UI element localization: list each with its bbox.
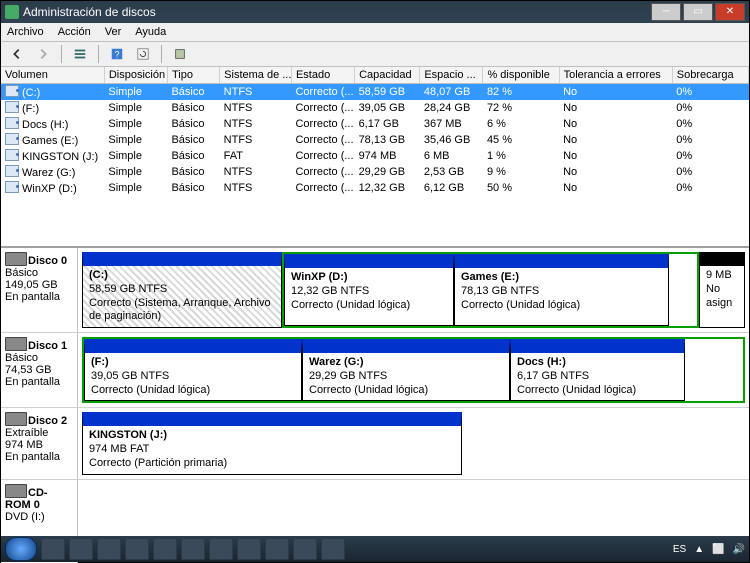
partition[interactable]: Docs (H:)6,17 GB NTFSCorrecto (Unidad ló… [510,339,685,401]
tray-lang-icon[interactable]: ES [673,544,686,555]
volume-list: Volumen Disposición Tipo Sistema de ... … [1,67,749,247]
volume-icon [5,165,19,177]
volume-icon [5,101,19,113]
disk-label[interactable]: Disco 1Básico74,53 GBEn pantalla [1,333,78,407]
tray-network-icon[interactable]: ⬜ [712,544,724,555]
system-tray[interactable]: ES ▲ ⬜ 🔊 [673,544,745,555]
start-button[interactable] [5,537,37,561]
toolbar-divider [98,45,99,63]
window-buttons: ─ ▭ ✕ [649,3,745,21]
taskbar-item[interactable] [293,538,317,560]
partition[interactable]: Games (E:)78,13 GB NTFSCorrecto (Unidad … [454,254,669,326]
volume-row[interactable]: (C:)SimpleBásicoNTFSCorrecto (...58,59 G… [1,84,749,101]
disk-body: (C:)58,59 GB NTFSCorrecto (Sistema, Arra… [78,248,749,332]
col-sistema[interactable]: Sistema de ... [220,67,292,84]
disk-label[interactable]: Disco 0Básico149,05 GBEn pantalla [1,248,78,332]
col-disposicion[interactable]: Disposición [104,67,167,84]
partition[interactable]: (F:)39,05 GB NTFSCorrecto (Unidad lógica… [84,339,302,401]
tray-flag-icon[interactable]: ▲ [694,544,704,555]
svg-text:?: ? [115,50,120,60]
volume-icon [5,85,19,97]
volume-row[interactable]: WinXP (D:)SimpleBásicoNTFSCorrecto (...1… [1,180,749,196]
partition[interactable]: (C:)58,59 GB NTFSCorrecto (Sistema, Arra… [82,252,282,328]
taskbar: ES ▲ ⬜ 🔊 [1,536,749,562]
disk-body: (F:)39,05 GB NTFSCorrecto (Unidad lógica… [78,333,749,407]
disk-icon [5,337,27,351]
taskbar-item[interactable] [97,538,121,560]
partition[interactable]: WinXP (D:)12,32 GB NTFSCorrecto (Unidad … [284,254,454,326]
menu-archivo[interactable]: Archivo [7,26,44,38]
maximize-button[interactable]: ▭ [683,3,713,21]
settings-icon[interactable] [170,44,190,64]
partition[interactable]: 9 MBNo asign [699,252,745,328]
help-icon[interactable]: ? [107,44,127,64]
col-disponible[interactable]: % disponible [483,67,559,84]
app-icon [5,5,19,19]
disk-icon [5,484,27,498]
forward-button[interactable] [33,44,53,64]
tray-volume-icon[interactable]: 🔊 [733,544,745,555]
taskbar-item[interactable] [181,538,205,560]
toolbar-divider [61,45,62,63]
col-sobrecarga[interactable]: Sobrecarga [672,67,748,84]
volume-table[interactable]: Volumen Disposición Tipo Sistema de ... … [1,67,749,196]
window-title: Administración de discos [23,5,649,19]
partition[interactable]: Warez (G:)29,29 GB NTFSCorrecto (Unidad … [302,339,510,401]
minimize-button[interactable]: ─ [651,3,681,21]
volume-row[interactable]: Docs (H:)SimpleBásicoNTFSCorrecto (...6,… [1,116,749,132]
toolbar-divider [161,45,162,63]
menu-ver[interactable]: Ver [105,26,122,38]
col-volumen[interactable]: Volumen [1,67,104,84]
extended-partition: WinXP (D:)12,32 GB NTFSCorrecto (Unidad … [282,252,699,328]
menu-accion[interactable]: Acción [58,26,91,38]
disk-body: KINGSTON (J:)974 MB FATCorrecto (Partici… [78,408,749,478]
volume-row[interactable]: KINGSTON (J:)SimpleBásicoFATCorrecto (..… [1,148,749,164]
col-tipo[interactable]: Tipo [167,67,219,84]
back-button[interactable] [7,44,27,64]
volume-icon [5,117,19,129]
taskbar-item[interactable] [265,538,289,560]
volume-icon [5,149,19,161]
disk-row: Disco 2Extraíble974 MBEn pantallaKINGSTO… [1,408,749,479]
taskbar-item[interactable] [153,538,177,560]
toolbar: ? [1,42,749,67]
taskbar-item[interactable] [237,538,261,560]
disk-icon [5,252,27,266]
col-capacidad[interactable]: Capacidad [355,67,420,84]
disk-map: Disco 0Básico149,05 GBEn pantalla(C:)58,… [1,247,749,563]
menubar: Archivo Acción Ver Ayuda [1,23,749,42]
col-tolerancia[interactable]: Tolerancia a errores [559,67,672,84]
partition[interactable]: KINGSTON (J:)974 MB FATCorrecto (Partici… [82,412,462,474]
close-button[interactable]: ✕ [715,3,745,21]
taskbar-item[interactable] [209,538,233,560]
volume-row[interactable]: Games (E:)SimpleBásicoNTFSCorrecto (...7… [1,132,749,148]
titlebar: Administración de discos ─ ▭ ✕ [1,1,749,23]
volume-row[interactable]: (F:)SimpleBásicoNTFSCorrecto (...39,05 G… [1,100,749,116]
extended-partition: (F:)39,05 GB NTFSCorrecto (Unidad lógica… [82,337,745,403]
disk-row: Disco 0Básico149,05 GBEn pantalla(C:)58,… [1,248,749,333]
volume-icon [5,181,19,193]
disk-label[interactable]: Disco 2Extraíble974 MBEn pantalla [1,408,78,478]
volume-icon [5,133,19,145]
column-headers[interactable]: Volumen Disposición Tipo Sistema de ... … [1,67,749,84]
volume-row[interactable]: Warez (G:)SimpleBásicoNTFSCorrecto (...2… [1,164,749,180]
menu-ayuda[interactable]: Ayuda [135,26,166,38]
disk-row: Disco 1Básico74,53 GBEn pantalla(F:)39,0… [1,333,749,408]
disk-icon [5,412,27,426]
view-list-icon[interactable] [70,44,90,64]
taskbar-item[interactable] [321,538,345,560]
taskbar-item[interactable] [69,538,93,560]
taskbar-item[interactable] [41,538,65,560]
refresh-icon[interactable] [133,44,153,64]
col-espacio[interactable]: Espacio ... [420,67,483,84]
taskbar-item[interactable] [125,538,149,560]
col-estado[interactable]: Estado [291,67,354,84]
